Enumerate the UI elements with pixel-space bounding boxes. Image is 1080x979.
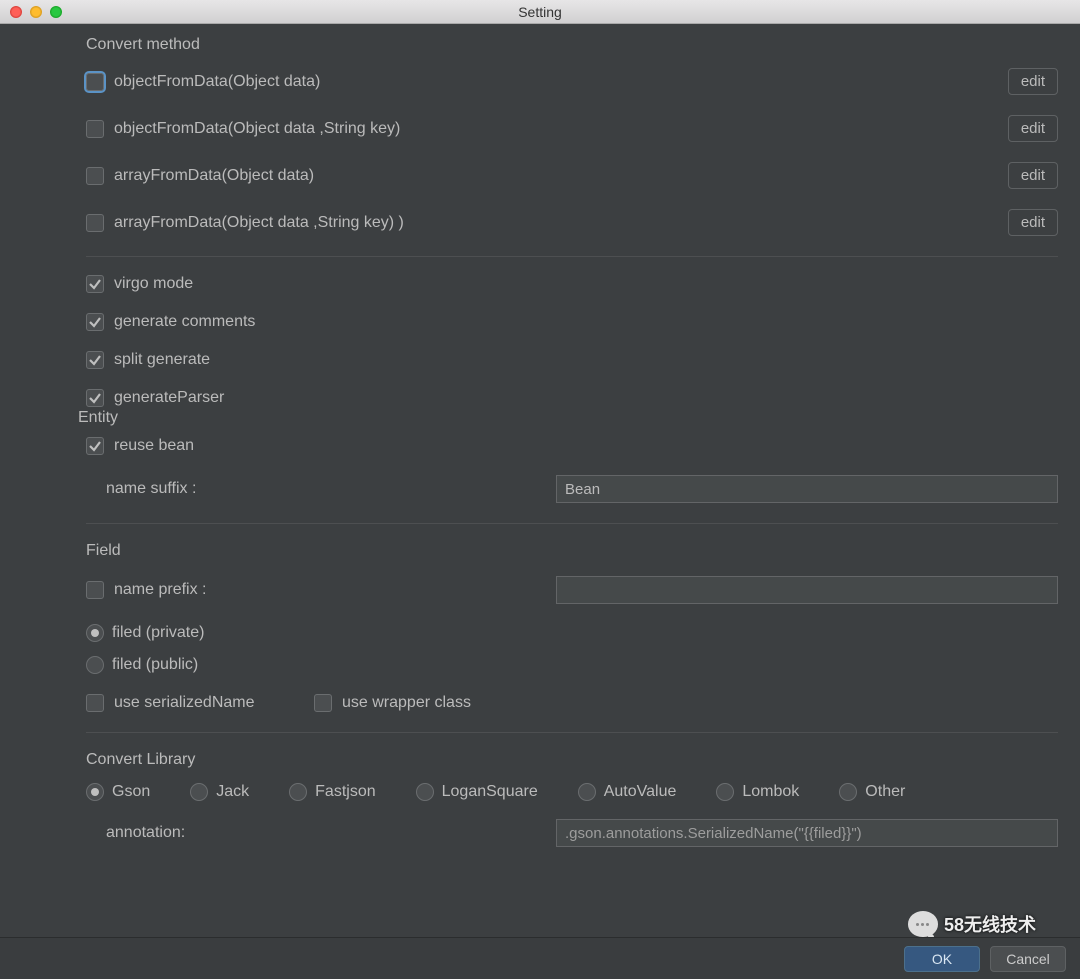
- name-suffix-label: name suffix :: [86, 480, 556, 498]
- checkbox-object-from-data-key[interactable]: [86, 120, 104, 138]
- field-label: Field: [86, 542, 1058, 560]
- wechat-icon: [908, 911, 938, 937]
- radio-lombok[interactable]: [716, 783, 734, 801]
- radio-autovalue[interactable]: [578, 783, 596, 801]
- edit-button[interactable]: edit: [1008, 115, 1058, 142]
- radio-label: Lombok: [742, 783, 799, 801]
- ok-button[interactable]: OK: [904, 946, 980, 972]
- checkbox-reuse-bean[interactable]: [86, 437, 104, 455]
- window-title: Setting: [0, 4, 1080, 20]
- separator: [86, 256, 1058, 257]
- checkbox-array-from-data-key[interactable]: [86, 214, 104, 232]
- edit-button[interactable]: edit: [1008, 209, 1058, 236]
- checkbox-label: objectFromData(Object data ,String key): [114, 120, 400, 138]
- checkbox-array-from-data[interactable]: [86, 167, 104, 185]
- radio-label: AutoValue: [604, 783, 677, 801]
- checkbox-label: virgo mode: [114, 275, 193, 293]
- checkbox-generate-parser[interactable]: [86, 389, 104, 407]
- radio-field-private[interactable]: [86, 624, 104, 642]
- radio-other[interactable]: [839, 783, 857, 801]
- checkbox-label: reuse bean: [114, 437, 194, 455]
- checkbox-label: use serializedName: [114, 694, 314, 712]
- convert-library-label: Convert Library: [86, 751, 1058, 769]
- radio-label: filed (public): [112, 656, 198, 674]
- radio-field-public[interactable]: [86, 656, 104, 674]
- library-radio-group: Gson Jack Fastjson LoganSquare AutoValue…: [86, 783, 1058, 801]
- dialog-button-bar: OK Cancel: [0, 937, 1080, 979]
- separator: [86, 523, 1058, 524]
- cancel-button[interactable]: Cancel: [990, 946, 1066, 972]
- checkbox-label: arrayFromData(Object data ,String key) ): [114, 214, 404, 232]
- checkbox-label: use wrapper class: [342, 694, 471, 712]
- radio-label: LoganSquare: [442, 783, 538, 801]
- annotation-label: annotation:: [86, 824, 556, 842]
- edit-button[interactable]: edit: [1008, 68, 1058, 95]
- titlebar: Setting: [0, 0, 1080, 24]
- radio-gson[interactable]: [86, 783, 104, 801]
- checkbox-name-prefix[interactable]: [86, 581, 104, 599]
- checkbox-object-from-data[interactable]: [86, 73, 104, 91]
- checkbox-label: generate comments: [114, 313, 255, 331]
- annotation-input[interactable]: [556, 819, 1058, 847]
- checkbox-use-wrapper-class[interactable]: [314, 694, 332, 712]
- watermark-text: 58无线技术: [944, 911, 1036, 937]
- checkbox-generate-comments[interactable]: [86, 313, 104, 331]
- name-suffix-input[interactable]: [556, 475, 1058, 503]
- name-prefix-label: name prefix :: [114, 581, 556, 599]
- radio-label: Other: [865, 783, 905, 801]
- checkbox-label: arrayFromData(Object data): [114, 167, 314, 185]
- separator: [86, 732, 1058, 733]
- checkbox-label: objectFromData(Object data): [114, 73, 320, 91]
- checkbox-use-serialized-name[interactable]: [86, 694, 104, 712]
- checkbox-label: generateParser: [114, 389, 224, 407]
- radio-label: filed (private): [112, 624, 204, 642]
- radio-logansquare[interactable]: [416, 783, 434, 801]
- checkbox-virgo-mode[interactable]: [86, 275, 104, 293]
- radio-jack[interactable]: [190, 783, 208, 801]
- radio-label: Jack: [216, 783, 249, 801]
- name-prefix-input[interactable]: [556, 576, 1058, 604]
- edit-button[interactable]: edit: [1008, 162, 1058, 189]
- radio-label: Gson: [112, 783, 150, 801]
- entity-label: Entity: [78, 409, 1058, 427]
- radio-fastjson[interactable]: [289, 783, 307, 801]
- radio-label: Fastjson: [315, 783, 375, 801]
- convert-method-label: Convert method: [86, 36, 1058, 54]
- checkbox-split-generate[interactable]: [86, 351, 104, 369]
- checkbox-label: split generate: [114, 351, 210, 369]
- watermark: 58无线技术: [908, 911, 1036, 937]
